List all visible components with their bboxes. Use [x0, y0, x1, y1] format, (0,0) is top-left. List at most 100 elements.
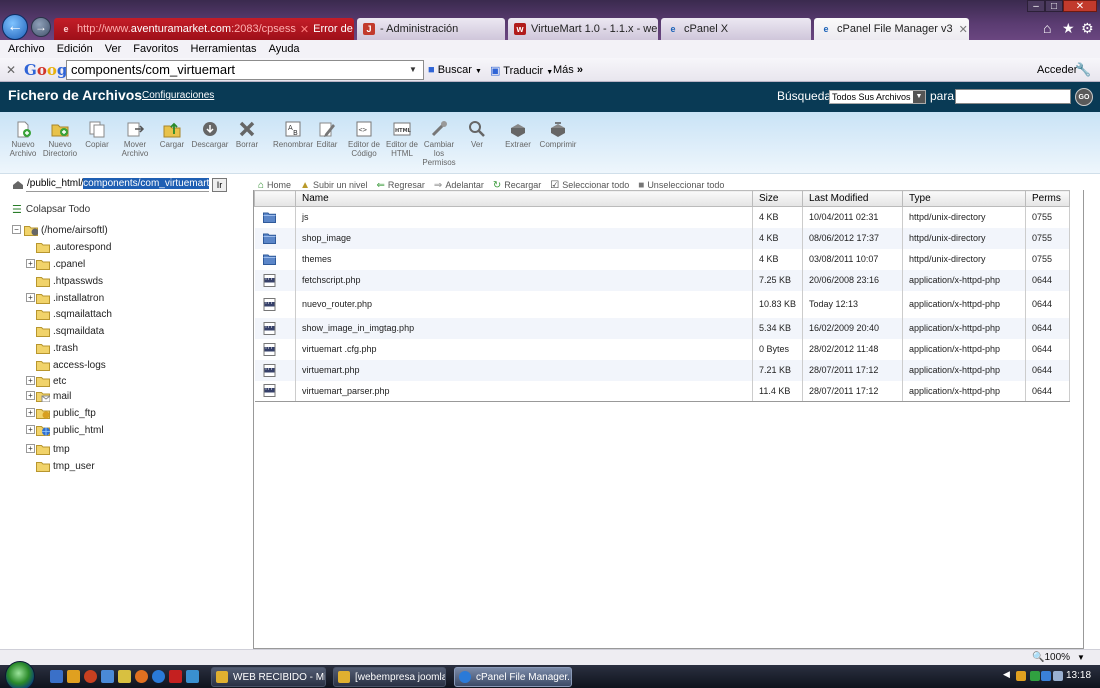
- tree-item[interactable]: .sqmaildata: [36, 324, 104, 338]
- table-row[interactable]: js 4 KB 10/04/2011 02:31 httpd/unix-directo…: [254, 206, 1070, 228]
- type-column-header[interactable]: Type: [902, 190, 1026, 207]
- expand-icon[interactable]: +: [26, 408, 35, 417]
- forward-button[interactable]: →: [31, 17, 51, 37]
- table-row[interactable]: virtuemart_parser.php 11.4 KB 28/07/2011 1…: [254, 380, 1070, 402]
- tree-item[interactable]: (/home/airsoftl): [24, 223, 108, 237]
- go-button[interactable]: GO: [1075, 88, 1093, 106]
- taskbar-item-web-recibido[interactable]: WEB RECIBIDO - Mi...: [211, 667, 326, 687]
- back-button[interactable]: ←: [2, 14, 28, 40]
- tree-item[interactable]: public_ftp: [36, 406, 96, 420]
- google-search-input[interactable]: components/com_virtuemart: [66, 60, 424, 80]
- app-icon[interactable]: [135, 670, 148, 683]
- search-scope-select[interactable]: Todos Sus Archivos ▼: [829, 90, 926, 104]
- gear-icon[interactable]: ⚙: [1081, 20, 1094, 37]
- tree-item[interactable]: access-logs: [36, 358, 106, 372]
- menu-favoritos[interactable]: Favoritos: [133, 43, 178, 55]
- firefox-icon[interactable]: [84, 670, 97, 683]
- upload-button[interactable]: Cargar: [153, 120, 191, 149]
- edit-button[interactable]: Editar: [308, 120, 346, 149]
- table-row[interactable]: nuevo_router.php 10.83 KB Today 12:13 appli…: [254, 290, 1070, 318]
- table-row[interactable]: virtuemart .cfg.php 0 Bytes 28/02/2012 11:…: [254, 338, 1070, 360]
- forward-button[interactable]: ⇒ Adelantar: [434, 180, 484, 191]
- home-button[interactable]: ⌂ Home: [258, 180, 291, 191]
- tree-item[interactable]: .cpanel: [36, 257, 85, 271]
- table-row[interactable]: virtuemart.php 7.21 KB 28/07/2011 17:12 app…: [254, 359, 1070, 381]
- file-name-cell[interactable]: virtuemart .cfg.php: [295, 338, 753, 360]
- tray-app-icon[interactable]: [1016, 671, 1026, 681]
- chevron-down-icon[interactable]: ▼: [1077, 653, 1085, 662]
- traducir-button[interactable]: ▣ Traducir ▼: [490, 64, 553, 77]
- tree-item[interactable]: tmp_user: [36, 459, 95, 473]
- close-icon[interactable]: ✕: [953, 23, 968, 36]
- buscar-button[interactable]: ■ Buscar ▼: [428, 64, 482, 76]
- network-icon[interactable]: [1041, 671, 1051, 681]
- path-input[interactable]: /public_html/components/com_virtuemart: [26, 178, 209, 192]
- volume-icon[interactable]: [1053, 671, 1063, 681]
- expand-icon[interactable]: +: [26, 259, 35, 268]
- compress-button[interactable]: Comprimir: [537, 120, 579, 149]
- tree-item[interactable]: .installatron: [36, 291, 104, 305]
- media-icon[interactable]: [101, 670, 114, 683]
- app-icon[interactable]: [186, 670, 199, 683]
- tray-app-icon[interactable]: [1030, 671, 1040, 681]
- copy-button[interactable]: Copiar: [78, 120, 116, 149]
- back-button[interactable]: ⇐ Regresar: [377, 180, 425, 191]
- file-name-cell[interactable]: nuevo_router.php: [295, 290, 753, 318]
- tree-item[interactable]: mail: [36, 389, 71, 403]
- tree-item[interactable]: etc: [36, 374, 66, 388]
- table-row[interactable]: shop_image 4 KB 08/06/2012 17:37 httpd/unix…: [254, 227, 1070, 249]
- explorer-icon[interactable]: [67, 670, 80, 683]
- tree-item[interactable]: .autorespond: [36, 240, 111, 254]
- up-one-level-button[interactable]: ▲ Subir un nivel: [300, 180, 367, 191]
- expand-icon[interactable]: +: [26, 444, 35, 453]
- code-editor-button[interactable]: <> Editor de Código: [345, 120, 383, 158]
- menu-archivo[interactable]: Archivo: [8, 43, 45, 55]
- show-desktop-icon[interactable]: [50, 670, 63, 683]
- window-close-button[interactable]: ✕: [1063, 0, 1097, 12]
- home-icon[interactable]: [12, 180, 24, 190]
- collapse-icon[interactable]: −: [12, 225, 21, 234]
- modified-column-header[interactable]: Last Modified: [802, 190, 903, 207]
- close-toolbar-icon[interactable]: ✕: [6, 63, 16, 77]
- move-file-button[interactable]: Mover Archivo: [116, 120, 154, 158]
- start-button[interactable]: [5, 661, 35, 688]
- menu-edicion[interactable]: Edición: [57, 43, 93, 55]
- expand-icon[interactable]: +: [26, 293, 35, 302]
- file-name-cell[interactable]: virtuemart.php: [295, 359, 753, 381]
- wrench-icon[interactable]: 🔧: [1075, 62, 1091, 78]
- tree-item[interactable]: .sqmailattach: [36, 307, 112, 321]
- taskbar-item-cpanel[interactable]: cPanel File Manager...: [454, 667, 572, 687]
- app-icon[interactable]: [169, 670, 182, 683]
- name-column-header[interactable]: Name: [295, 190, 753, 207]
- messenger-icon[interactable]: [118, 670, 131, 683]
- change-permissions-button[interactable]: Cambiar los Permisos: [420, 120, 458, 167]
- size-column-header[interactable]: Size: [752, 190, 803, 207]
- table-row[interactable]: fetchscript.php 7.25 KB 20/06/2008 23:16 ap…: [254, 269, 1070, 291]
- file-name-cell[interactable]: shop_image: [295, 227, 753, 249]
- tab-virtuemart[interactable]: w VirtueMart 1.0 - 1.1.x - webem...: [508, 18, 658, 40]
- file-name-cell[interactable]: js: [295, 206, 753, 228]
- expand-icon[interactable]: +: [26, 391, 35, 400]
- new-file-button[interactable]: Nuevo Archivo: [4, 120, 42, 158]
- delete-button[interactable]: Borrar: [228, 120, 266, 149]
- tab-cpanel-x[interactable]: e cPanel X: [661, 18, 811, 40]
- tab-close-x-icon[interactable]: ✕: [300, 23, 309, 36]
- html-editor-button[interactable]: HTML Editor de HTML: [383, 120, 421, 158]
- configuraciones-link[interactable]: Configuraciones: [142, 90, 214, 101]
- acceder-button[interactable]: Acceder: [1037, 64, 1077, 76]
- extract-button[interactable]: Extraer: [499, 120, 537, 149]
- tab-error[interactable]: e http://www.aventuramarket.com:2083/cps…: [54, 18, 354, 40]
- table-row[interactable]: themes 4 KB 03/08/2011 10:07 httpd/unix-dir…: [254, 248, 1070, 270]
- expand-icon[interactable]: +: [26, 425, 35, 434]
- menu-herramientas[interactable]: Herramientas: [191, 43, 257, 55]
- tab-file-manager[interactable]: e cPanel File Manager v3 ✕: [814, 18, 969, 40]
- ie-icon[interactable]: [152, 670, 165, 683]
- collapse-all-button[interactable]: ☰ Colapsar Todo: [12, 203, 90, 216]
- tree-item[interactable]: .trash: [36, 341, 78, 355]
- mas-button[interactable]: Más »: [553, 64, 583, 76]
- perms-column-header[interactable]: Perms: [1025, 190, 1070, 207]
- search-input[interactable]: [955, 89, 1071, 104]
- file-name-cell[interactable]: themes: [295, 248, 753, 270]
- download-button[interactable]: Descargar: [191, 120, 229, 149]
- taskbar-item-webempresa[interactable]: [webempresa joomla...: [333, 667, 446, 687]
